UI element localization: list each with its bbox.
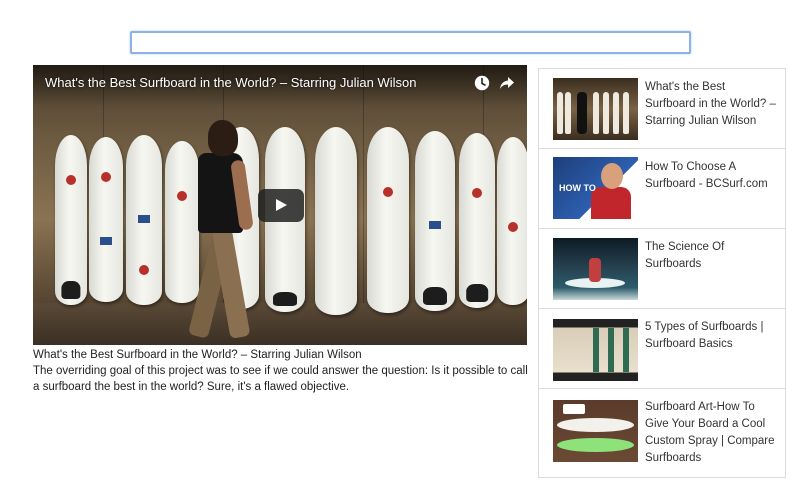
video-thumbnail[interactable] bbox=[553, 238, 638, 300]
playlist-item[interactable]: 5 Types of Surfboards | Surfboard Basics bbox=[539, 309, 785, 389]
play-button[interactable] bbox=[258, 189, 304, 222]
search-input[interactable] bbox=[130, 31, 691, 54]
playlist-item[interactable]: Surfboard Art-How To Give Your Board a C… bbox=[539, 389, 785, 479]
clock-icon[interactable] bbox=[474, 75, 490, 91]
video-caption: What's the Best Surfboard in the World? … bbox=[33, 349, 362, 361]
playlist-item-title[interactable]: 5 Types of Surfboards | Surfboard Basics bbox=[645, 319, 777, 353]
playlist-item-title[interactable]: How To Choose A Surfboard - BCSurf.com bbox=[645, 159, 777, 193]
video-thumbnail[interactable]: HOW TO bbox=[553, 157, 638, 219]
thumbnail-text: HOW TO bbox=[559, 183, 596, 193]
playlist-item-title[interactable]: The Science Of Surfboards bbox=[645, 239, 777, 273]
playlist-item[interactable]: What's the Best Surfboard in the World? … bbox=[539, 69, 785, 149]
video-player[interactable]: What's the Best Surfboard in the World? … bbox=[33, 65, 527, 345]
playlist-item-title[interactable]: Surfboard Art-How To Give Your Board a C… bbox=[645, 399, 777, 467]
share-arrow-icon[interactable] bbox=[499, 75, 515, 91]
playlist-item[interactable]: The Science Of Surfboards bbox=[539, 229, 785, 309]
video-thumbnail[interactable] bbox=[553, 78, 638, 140]
playlist-item-title[interactable]: What's the Best Surfboard in the World? … bbox=[645, 79, 777, 130]
player-title[interactable]: What's the Best Surfboard in the World? … bbox=[45, 75, 457, 90]
video-description: The overriding goal of this project was … bbox=[33, 365, 528, 393]
playlist-item[interactable]: HOW TO How To Choose A Surfboard - BCSur… bbox=[539, 149, 785, 229]
person-figure bbox=[183, 120, 293, 345]
playlist: What's the Best Surfboard in the World? … bbox=[538, 68, 786, 478]
video-thumbnail[interactable] bbox=[553, 319, 638, 381]
video-thumbnail[interactable] bbox=[553, 400, 638, 462]
